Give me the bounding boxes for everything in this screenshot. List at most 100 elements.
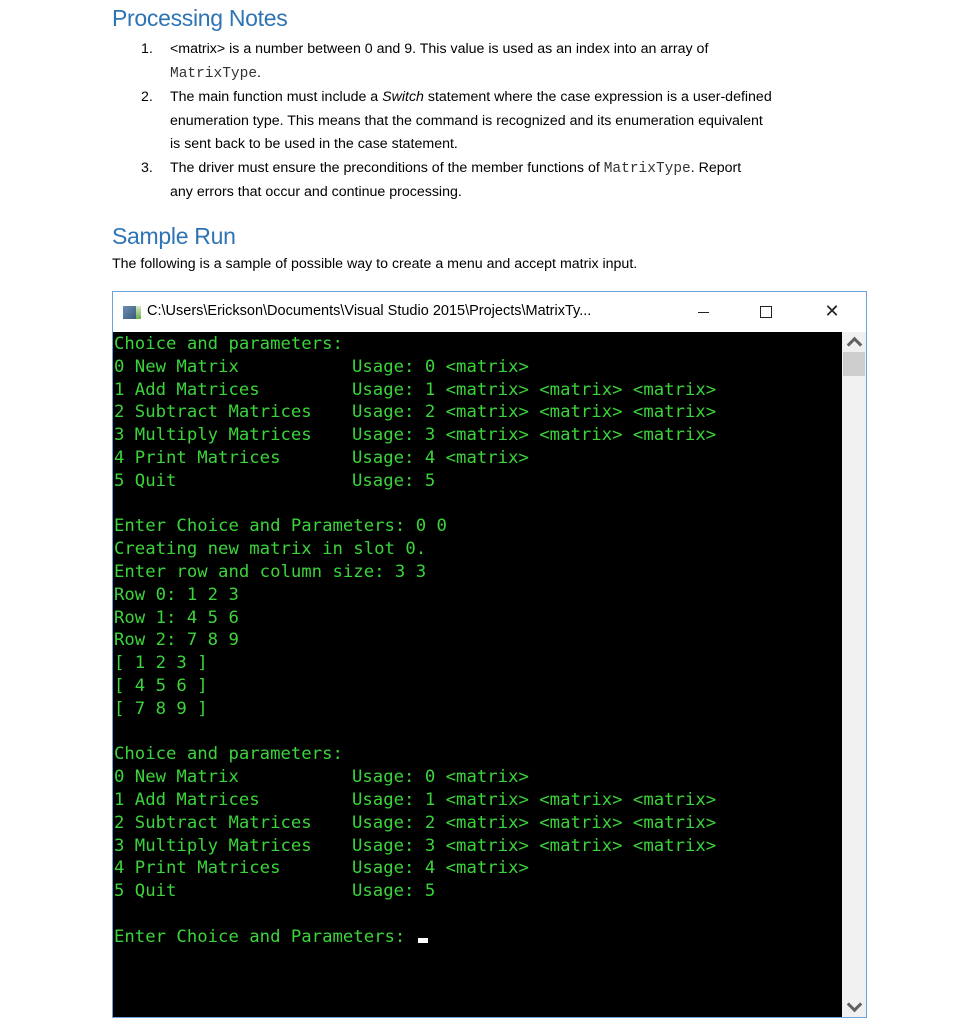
console-line-text: Choice and parameters: [114,744,343,765]
switch-keyword: Switch [382,89,424,105]
minimize-icon [697,311,709,313]
close-button[interactable]: ✕ [809,292,855,332]
console-line: Creating new matrix in slot 0. [114,538,426,561]
note-number: 3. [141,159,153,176]
note-text: is sent back to be used in the case stat… [170,136,458,152]
console-line: [ 7 8 9 ] [114,698,208,721]
console-usage-text: Usage: 4 <matrix> [352,448,529,468]
console-line-text: 3 Multiply Matrices [114,835,312,856]
note-text: The main function must include a [170,89,383,105]
console-line-text: 3 Multiply Matrices [114,425,312,446]
note-text: The driver must ensure the preconditions… [170,159,604,176]
console-line-text: Row 1: 4 5 6 [114,607,239,628]
console-usage-text: Usage: 1 <matrix> <matrix> <matrix> [352,379,717,400]
console-usage-text: Usage: 5 [352,881,436,902]
console-line: 3 Multiply Matrices Usage: 3 <matrix> <ma… [114,835,716,858]
console-line: 1 Add Matrices Usage: 1 <matrix> <matrix>… [114,379,716,402]
code-matrixtype: MatrixType [603,160,691,177]
note-text: . [257,64,261,81]
processing-notes-list: 1. <matrix> is a number between 0 and 9.… [112,38,872,205]
note-text: any errors that occur and continue proce… [170,184,462,200]
console-line: 5 Quit Usage: 5 [114,470,435,493]
console-usage-text: Usage: 3 <matrix> <matrix> <matrix> [352,835,717,856]
console-line: Enter Choice and Parameters: 0 0 [114,515,447,538]
console-line: Choice and parameters: [114,333,343,356]
console-line-text: Enter row and column size: 3 3 [114,562,427,582]
sample-run-intro: The following is a sample of possible wa… [112,256,638,272]
console-line-text: Choice and parameters: [114,334,343,354]
console-prompt-line: Enter Choice and Parameters: [114,926,428,949]
console-line: 1 Add Matrices Usage: 1 <matrix> <matrix>… [114,789,716,812]
console-line-text: 5 Quit [114,470,177,491]
note-item: 1. <matrix> is a number between 0 and 9.… [112,38,872,86]
console-output[interactable]: Choice and parameters: 0 New Matrix Usage:… [113,332,842,1017]
console-usage-text: Usage: 2 <matrix> <matrix> <matrix> [352,402,717,423]
console-line: 3 Multiply Matrices Usage: 3 <matrix> <ma… [114,424,716,447]
note-item: 3. The driver must ensure the preconditi… [112,157,872,205]
console-line-text: [ 4 5 6 ] [114,676,208,696]
note-text: statement where the case expression is a… [423,89,772,105]
console-line-text: 4 Print Matrices [114,858,281,879]
scroll-thumb[interactable] [843,352,865,376]
processing-notes-heading: Processing Notes [112,5,288,31]
note-number: 2. [141,89,153,105]
chevron-up-icon [846,336,862,353]
minimize-button[interactable] [680,292,726,332]
console-line: Row 2: 7 8 9 [114,629,239,652]
note-text: enumeration type. This means that the co… [170,112,763,129]
console-line: Row 1: 4 5 6 [114,607,239,630]
console-line-text: 1 Add Matrices [114,790,260,810]
console-line-text: [ 7 8 9 ] [114,698,208,719]
scroll-up-button[interactable] [842,332,866,353]
console-title: C:\Users\Erickson\Documents\Visual Studi… [147,303,592,319]
console-line: Row 0: 1 2 3 [114,584,239,607]
console-usage-text: Usage: 5 [352,470,436,491]
scroll-down-button[interactable] [842,996,866,1017]
console-line-text: [ 1 2 3 ] [114,653,208,674]
console-line-text: 0 New Matrix [114,767,239,788]
console-line-text: Row 2: 7 8 9 [114,630,239,651]
console-line: 2 Subtract Matrices Usage: 2 <matrix> <ma… [114,812,716,835]
console-usage-text: Usage: 4 <matrix> [352,858,529,879]
vertical-scrollbar[interactable] [842,332,866,1017]
console-line-text: 2 Subtract Matrices [114,812,312,833]
console-line-text: 0 New Matrix [114,356,239,377]
console-line-text: Enter Choice and Parameters: [114,926,416,947]
sample-run-heading: Sample Run [112,223,236,249]
console-line: 5 Quit Usage: 5 [114,880,435,903]
console-line-text: 2 Subtract Matrices [114,402,312,423]
console-line: 4 Print Matrices Usage: 4 <matrix> [114,447,529,470]
console-usage-text: Usage: 2 <matrix> <matrix> <matrix> [352,812,717,833]
console-line-text: Enter Choice and Parameters: 0 0 [114,516,447,537]
console-line-text: 5 Quit [114,881,177,902]
text-cursor [417,937,428,943]
console-window: C:\Users\Erickson\Documents\Visual Studi… [112,291,867,1018]
console-line: [ 1 2 3 ] [114,652,208,675]
console-line: Enter row and column size: 3 3 [114,561,426,584]
console-line: Choice and parameters: [114,743,343,766]
console-usage-text: Usage: 0 <matrix> [352,767,529,788]
maximize-icon [760,306,772,318]
note-number: 1. [141,41,153,57]
console-line-text: Row 0: 1 2 3 [114,584,239,605]
console-line-text: 1 Add Matrices [114,379,260,400]
console-usage-text: Usage: 3 <matrix> <matrix> <matrix> [352,425,717,446]
console-line: [ 4 5 6 ] [114,675,208,698]
note-text: . Report [690,159,742,176]
maximize-button[interactable] [743,292,789,332]
console-line-text: 4 Print Matrices [114,448,281,468]
console-usage-text: Usage: 0 <matrix> [352,356,529,377]
close-icon: ✕ [824,301,840,322]
console-usage-text: Usage: 1 <matrix> <matrix> <matrix> [352,790,717,810]
note-text: <matrix> is a number between 0 and 9. Th… [170,41,709,57]
console-line: 0 New Matrix Usage: 0 <matrix> [114,766,529,789]
console-line: 0 New Matrix Usage: 0 <matrix> [114,356,529,379]
chevron-down-icon [846,996,862,1013]
console-titlebar[interactable]: C:\Users\Erickson\Documents\Visual Studi… [113,292,866,332]
code-matrixtype: MatrixType [170,65,258,82]
console-line-text: Creating new matrix in slot 0. [114,539,427,560]
console-line: 2 Subtract Matrices Usage: 2 <matrix> <ma… [114,401,716,424]
console-app-icon [123,306,141,319]
note-item: 2. The main function must include a Swit… [112,86,872,157]
console-line: 4 Print Matrices Usage: 4 <matrix> [114,857,529,880]
